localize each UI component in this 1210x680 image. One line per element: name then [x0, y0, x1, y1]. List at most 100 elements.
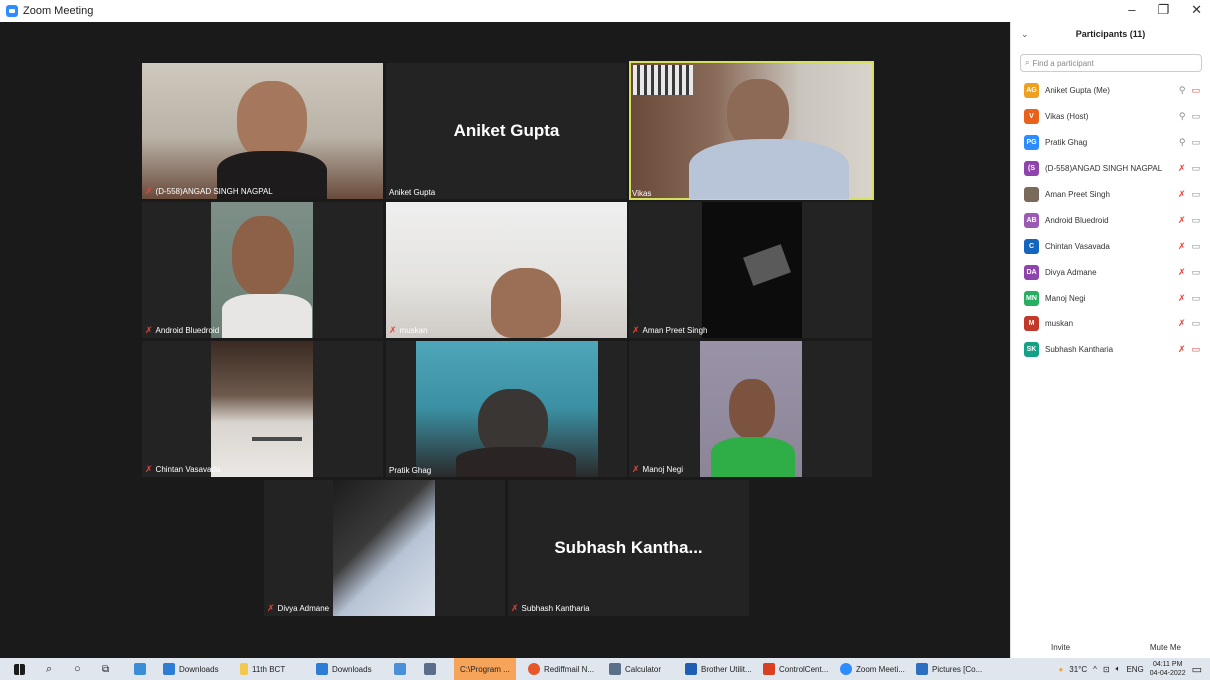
taskbar-item[interactable]: Calculator: [609, 662, 661, 676]
mute-me-button[interactable]: Mute Me: [1149, 643, 1181, 652]
camera-icon[interactable]: ▭: [1191, 241, 1200, 252]
minimize-button[interactable]: –: [1128, 2, 1135, 18]
mic-muted-icon[interactable]: ✗: [1178, 318, 1186, 329]
windows-taskbar: ⌕ ○ ⧉ Downloads 11th BCT Downloads C:\Pr…: [0, 658, 1210, 680]
taskbar-item-active[interactable]: C:\Program ...: [454, 658, 516, 680]
taskbar-item[interactable]: ControlCent...: [763, 662, 828, 676]
tile-name: Aman Preet Singh: [642, 326, 708, 335]
camera-off-icon[interactable]: ▭: [1191, 344, 1200, 355]
camera-off-icon[interactable]: ▭: [1191, 85, 1200, 96]
taskbar-item[interactable]: Brother Utilit...: [685, 662, 752, 676]
taskbar-item[interactable]: Pictures [Co...: [916, 662, 982, 676]
tile-name: Divya Admane: [277, 604, 330, 613]
tile-name: Manoj Negi: [642, 465, 684, 474]
taskbar-item[interactable]: Zoom Meeti...: [840, 662, 905, 676]
video-tile-aman[interactable]: ✗ Aman Preet Singh: [629, 202, 872, 338]
calculator-icon: [609, 663, 621, 675]
notification-icon[interactable]: ▭: [1192, 663, 1202, 676]
mic-muted-icon[interactable]: ✗: [1178, 189, 1186, 200]
speaker-icon[interactable]: 🔈︎: [1116, 664, 1121, 674]
search-placeholder: Find a participant: [1032, 58, 1094, 68]
microphone-icon[interactable]: ⚲: [1179, 111, 1186, 122]
mic-muted-icon[interactable]: ✗: [1178, 215, 1186, 226]
participant-name: Divya Admane: [1045, 267, 1097, 277]
camera-icon[interactable]: ▭: [1191, 163, 1200, 174]
camera-icon[interactable]: ▭: [1191, 189, 1200, 200]
microphone-icon[interactable]: ⚲: [1179, 137, 1186, 148]
video-tile-divya[interactable]: ✗ Divya Admane: [264, 480, 505, 616]
taskbar-app-icon[interactable]: [394, 662, 406, 676]
video-tile-manoj[interactable]: ✗ Manoj Negi: [629, 341, 872, 477]
mic-muted-icon[interactable]: ✗: [1178, 344, 1186, 355]
taskbar-app-icon[interactable]: [134, 662, 146, 676]
video-tile-subhash[interactable]: Subhash Kantha... ✗ Subhash Kantharia: [508, 480, 749, 616]
camera-icon[interactable]: ▭: [1191, 215, 1200, 226]
video-tile-aniket[interactable]: Aniket Gupta Aniket Gupta: [386, 63, 627, 199]
avatar: [1024, 187, 1039, 202]
language-indicator[interactable]: ENG: [1126, 665, 1143, 674]
video-tile-vikas[interactable]: Vikas: [629, 61, 874, 200]
chevron-up-icon[interactable]: ^: [1093, 665, 1097, 674]
pictures-icon: [916, 663, 928, 675]
restore-button[interactable]: ❐: [1157, 2, 1169, 18]
avatar: AG: [1024, 83, 1039, 99]
camera-icon[interactable]: ▭: [1191, 293, 1200, 304]
participant-row[interactable]: C Chintan Vasavada ✗ ▭: [1011, 233, 1210, 259]
tile-name: Vikas: [632, 189, 652, 198]
participant-row[interactable]: Aman Preet Singh ✗ ▭: [1011, 182, 1210, 208]
windows-start-icon[interactable]: [14, 662, 25, 676]
taskbar-app-icon[interactable]: [424, 662, 436, 676]
video-tile-chintan[interactable]: ✗ Chintan Vasavada: [142, 341, 383, 477]
network-icon[interactable]: ⊡: [1103, 665, 1110, 674]
video-tile-pratik[interactable]: Pratik Ghag: [386, 341, 627, 477]
participant-row[interactable]: (S (D-558)ANGAD SINGH NAGPAL ✗ ▭: [1011, 156, 1210, 182]
cortana-icon[interactable]: ○: [74, 662, 81, 676]
title-bar: Zoom Meeting – ❐ ✕: [0, 0, 1210, 22]
collapse-chevron-icon[interactable]: ⌄: [1021, 29, 1029, 40]
taskbar-item[interactable]: 11th BCT: [240, 662, 285, 676]
taskbar-item[interactable]: Downloads: [316, 662, 372, 676]
participant-row[interactable]: AG Aniket Gupta (Me) ⚲ ▭: [1011, 78, 1210, 104]
video-tile-muskan[interactable]: ✗ muskan: [386, 202, 627, 338]
mic-off-icon: ✗: [145, 325, 153, 335]
tile-name: muskan: [399, 326, 428, 335]
task-view-icon[interactable]: ⧉: [102, 662, 109, 676]
avatar: AB: [1024, 212, 1039, 228]
participant-search-input[interactable]: ⌕ Find a participant: [1020, 54, 1202, 72]
zoom-icon: [840, 663, 852, 675]
close-button[interactable]: ✕: [1191, 2, 1202, 18]
camera-icon[interactable]: ▭: [1191, 111, 1200, 122]
mic-muted-icon[interactable]: ✗: [1178, 241, 1186, 252]
avatar: SK: [1024, 342, 1039, 358]
participant-row[interactable]: V Vikas (Host) ⚲ ▭: [1011, 104, 1210, 130]
video-tile-android[interactable]: ✗ Android Bluedroid: [142, 202, 383, 338]
invite-button[interactable]: Invite: [1051, 643, 1071, 652]
camera-icon[interactable]: ▭: [1191, 318, 1200, 329]
participant-row[interactable]: Mmuskan ✗ ▭: [1011, 311, 1210, 337]
mic-muted-icon[interactable]: ✗: [1178, 267, 1186, 278]
video-tile-angad[interactable]: ✗ (D-558)ANGAD SINGH NAGPAL: [142, 63, 383, 199]
tile-name: Subhash Kantharia: [521, 604, 590, 613]
participant-row[interactable]: AB Android Bluedroid ✗ ▭: [1011, 207, 1210, 233]
avatar: PG: [1024, 135, 1039, 151]
camera-icon[interactable]: ▭: [1191, 267, 1200, 278]
clock[interactable]: 04:11 PM 04-04-2022: [1150, 660, 1186, 678]
weather-icon[interactable]: ●: [1058, 665, 1063, 674]
taskbar-item[interactable]: Downloads: [163, 662, 219, 676]
avatar: (S: [1024, 161, 1039, 177]
camera-icon[interactable]: ▭: [1191, 137, 1200, 148]
participant-row[interactable]: DA Divya Admane ✗ ▭: [1011, 259, 1210, 285]
participant-row[interactable]: MN Manoj Negi ✗ ▭: [1011, 285, 1210, 311]
mic-muted-icon[interactable]: ✗: [1178, 163, 1186, 174]
participant-name: Android Bluedroid: [1045, 215, 1109, 225]
taskbar-item[interactable]: Rediffmail N...: [528, 662, 594, 676]
temperature[interactable]: 31°C: [1069, 665, 1087, 674]
mic-muted-icon[interactable]: ✗: [1178, 293, 1186, 304]
search-icon[interactable]: ⌕: [46, 662, 52, 676]
microphone-icon[interactable]: ⚲: [1179, 85, 1186, 96]
participant-row[interactable]: PG Pratik Ghag ⚲ ▭: [1011, 130, 1210, 156]
participant-row[interactable]: SK Subhash Kantharia ✗ ▭: [1011, 337, 1210, 363]
video-gallery: ✗ (D-558)ANGAD SINGH NAGPAL Aniket Gupta …: [0, 22, 1010, 658]
participant-name: Chintan Vasavada: [1045, 241, 1110, 251]
controlcenter-icon: [763, 663, 775, 675]
